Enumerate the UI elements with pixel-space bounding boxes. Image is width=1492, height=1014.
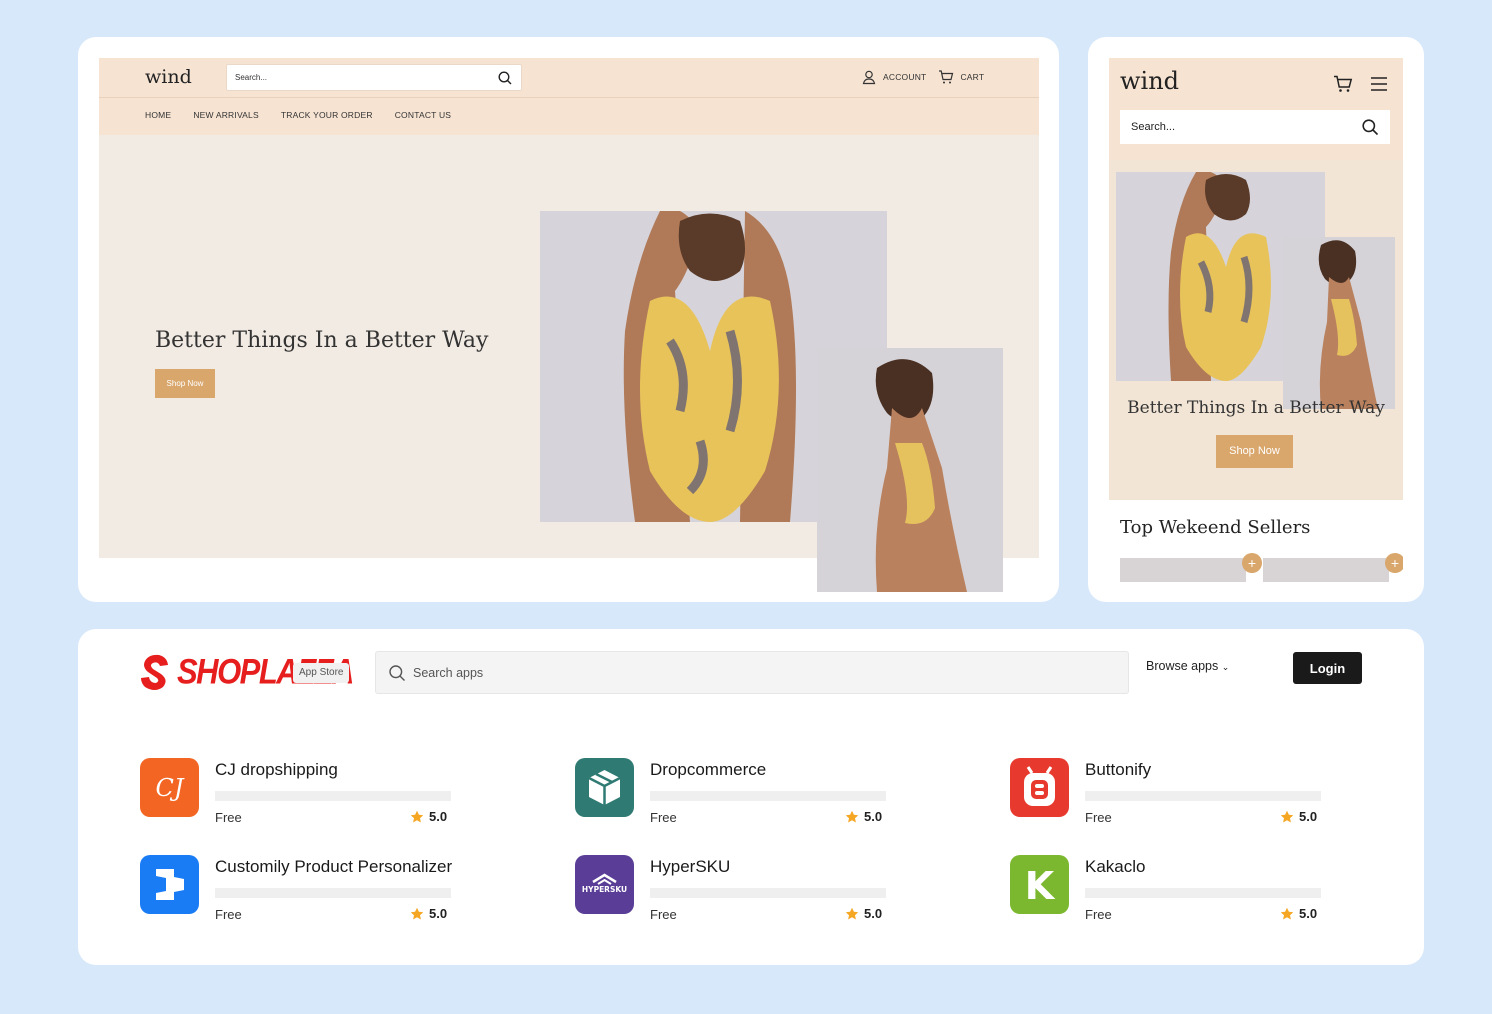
search-placeholder: Search...: [1131, 121, 1176, 133]
login-button[interactable]: Login: [1293, 652, 1362, 684]
app-card-buttonify[interactable]: Buttonify Free 5.0: [1010, 758, 1390, 825]
buttonify-icon: [1010, 758, 1069, 817]
kakaclo-icon: K: [1010, 855, 1069, 914]
app-price: Free: [650, 810, 677, 825]
cart-link[interactable]: CART: [960, 72, 984, 82]
app-description-placeholder: [215, 791, 451, 801]
app-card-hypersku[interactable]: HYPERSKU HyperSKU Free 5.0: [575, 855, 955, 922]
star-icon: [1280, 907, 1294, 919]
app-rating: 5.0: [410, 809, 447, 824]
search-placeholder: Search...: [235, 73, 268, 82]
store-logo[interactable]: wind: [1120, 67, 1179, 95]
app-description-placeholder: [1085, 791, 1321, 801]
hero-title: Better Things In a Better Way: [1127, 398, 1385, 418]
nav-home[interactable]: HOME: [145, 110, 171, 120]
app-rating: 5.0: [845, 809, 882, 824]
app-name: HyperSKU: [650, 857, 731, 876]
hero-title: Better Things In a Better Way: [155, 328, 489, 353]
nav-contact-us[interactable]: CONTACT US: [395, 110, 451, 120]
star-icon: [845, 907, 859, 919]
desktop-topbar: wind Search... ACCOUNT CART: [99, 58, 1039, 98]
mobile-store-preview: wind Search... Better Things In a Better…: [1109, 58, 1403, 582]
rating-value: 5.0: [1299, 906, 1318, 921]
account-icon[interactable]: [861, 69, 877, 85]
app-card-dropcommerce[interactable]: Dropcommerce Free 5.0: [575, 758, 955, 825]
app-rating: 5.0: [1280, 809, 1317, 824]
cart-icon[interactable]: [938, 69, 954, 85]
account-link[interactable]: ACCOUNT: [883, 72, 926, 82]
rating-value: 5.0: [429, 906, 448, 921]
app-store-card: SHOPLAZZA App Store Search apps Browse a…: [78, 629, 1424, 965]
nav-new-arrivals[interactable]: NEW ARRIVALS: [193, 110, 259, 120]
cart-icon[interactable]: [1333, 74, 1353, 94]
app-rating: 5.0: [1280, 906, 1317, 921]
customily-icon: [140, 855, 199, 914]
app-price: Free: [650, 907, 677, 922]
mobile-preview-card: wind Search... Better Things In a Better…: [1088, 37, 1424, 602]
search-apps-input[interactable]: Search apps: [375, 651, 1129, 694]
app-card-customily[interactable]: Customily Product Personalizer Free 5.0: [140, 855, 520, 922]
hamburger-menu-icon[interactable]: [1369, 74, 1389, 94]
star-icon: [845, 810, 859, 822]
add-to-cart-plus-icon[interactable]: +: [1385, 553, 1403, 573]
app-rating: 5.0: [410, 906, 447, 921]
search-icon[interactable]: [1361, 118, 1379, 136]
product-thumbnail[interactable]: [1120, 558, 1246, 582]
app-price: Free: [215, 810, 242, 825]
app-name: Kakaclo: [1085, 857, 1146, 876]
rating-value: 5.0: [864, 906, 883, 921]
shop-now-button[interactable]: Shop Now: [155, 369, 215, 398]
app-name: CJ dropshipping: [215, 760, 338, 779]
desktop-nav: HOME NEW ARRIVALS TRACK YOUR ORDER CONTA…: [145, 110, 451, 120]
shoplazza-s-logo-icon: [141, 654, 168, 690]
app-name: Buttonify: [1085, 760, 1152, 779]
app-name: Customily Product Personalizer: [215, 857, 453, 876]
star-icon: [410, 907, 424, 919]
star-icon: [410, 810, 424, 822]
desktop-search-input[interactable]: Search...: [226, 64, 522, 91]
section-title: Top Wekeend Sellers: [1120, 517, 1311, 538]
desktop-account-cart: ACCOUNT CART: [861, 69, 984, 85]
app-name: Dropcommerce: [650, 760, 767, 779]
chevron-down-icon: ⌄: [1221, 662, 1230, 672]
desktop-preview-card: wind Search... ACCOUNT CART HOME NEW ARR…: [78, 37, 1059, 602]
app-rating: 5.0: [845, 906, 882, 921]
app-price: Free: [1085, 810, 1112, 825]
add-to-cart-plus-icon[interactable]: +: [1242, 553, 1262, 573]
star-icon: [1280, 810, 1294, 822]
nav-track-order[interactable]: TRACK YOUR ORDER: [281, 110, 373, 120]
hero-model-photo-secondary: [1283, 237, 1395, 409]
cj-dropshipping-icon: CJ: [140, 758, 199, 817]
rating-value: 5.0: [429, 809, 448, 824]
mobile-search-input[interactable]: Search...: [1120, 110, 1390, 144]
hero-model-photo-secondary: [817, 348, 1003, 592]
product-thumbnail[interactable]: [1263, 558, 1389, 582]
app-card-kakaclo[interactable]: K Kakaclo Free 5.0: [1010, 855, 1390, 922]
kakaclo-icon-text: K: [1025, 864, 1056, 908]
mobile-header: wind Search...: [1109, 58, 1403, 160]
store-logo[interactable]: wind: [145, 66, 192, 88]
app-price: Free: [215, 907, 242, 922]
app-description-placeholder: [650, 791, 886, 801]
hypersku-icon-text: HYPERSKU: [582, 885, 627, 894]
desktop-store-preview: wind Search... ACCOUNT CART HOME NEW ARR…: [99, 58, 1039, 592]
app-card-cj-dropshipping[interactable]: CJ CJ dropshipping Free 5.0: [140, 758, 520, 825]
hypersku-icon: HYPERSKU: [575, 855, 634, 914]
app-description-placeholder: [650, 888, 886, 898]
app-description-placeholder: [215, 888, 451, 898]
shop-now-button[interactable]: Shop Now: [1216, 435, 1293, 468]
search-icon: [389, 665, 405, 681]
browse-apps-label: Browse apps: [1146, 659, 1219, 673]
rating-value: 5.0: [1299, 809, 1318, 824]
search-placeholder: Search apps: [413, 666, 484, 680]
desktop-header: wind Search... ACCOUNT CART HOME NEW ARR…: [99, 58, 1039, 135]
dropcommerce-icon: [575, 758, 634, 817]
app-description-placeholder: [1085, 888, 1321, 898]
svg-text:CJ: CJ: [156, 774, 185, 802]
app-store-badge: App Store: [293, 663, 350, 683]
rating-value: 5.0: [864, 809, 883, 824]
search-icon[interactable]: [497, 70, 513, 86]
app-price: Free: [1085, 907, 1112, 922]
browse-apps-dropdown[interactable]: Browse apps ⌄: [1146, 659, 1229, 673]
